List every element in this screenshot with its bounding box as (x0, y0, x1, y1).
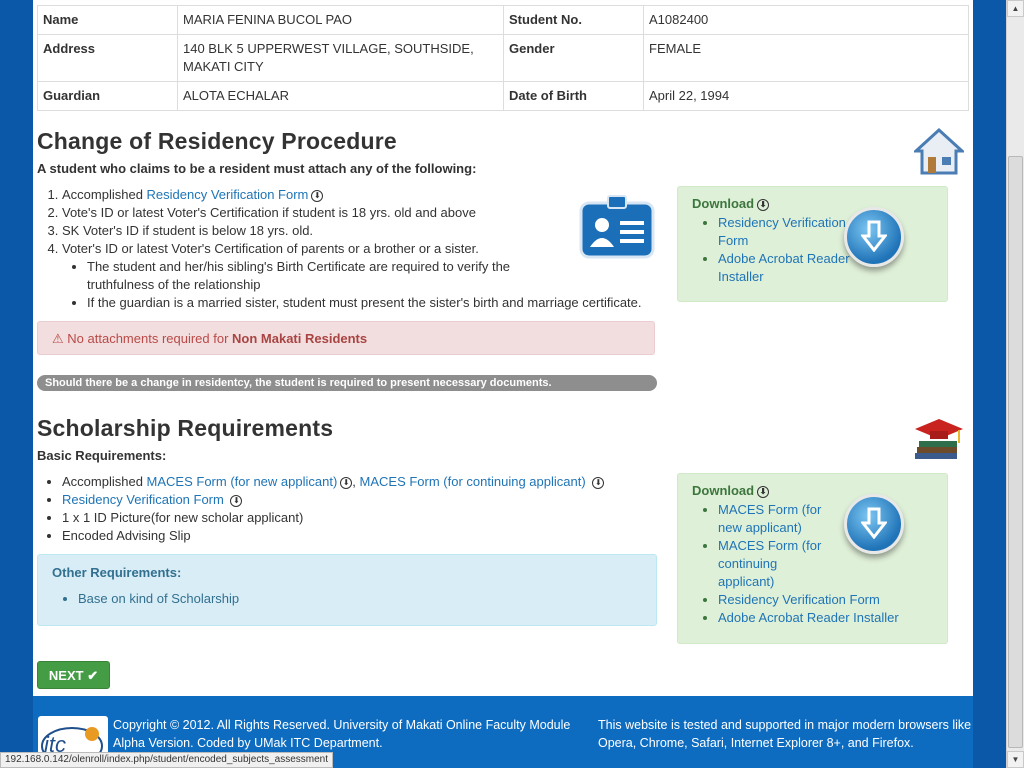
address-label: Address (37, 34, 178, 82)
download-item[interactable]: Residency Verification Form (718, 591, 948, 609)
page-content: Name MARIA FENINA BUCOL PAO Student No. … (33, 0, 973, 768)
scroll-up-icon[interactable]: ▲ (1007, 0, 1024, 17)
residency-title: Change of Residency Procedure (37, 128, 397, 154)
download-acrobat-link[interactable]: Adobe Acrobat Reader Installer (718, 610, 899, 625)
download-maces-new-link[interactable]: MACES Form (for new applicant) (718, 502, 821, 535)
residency-form-link[interactable]: Residency Verification Form (62, 492, 224, 507)
scroll-down-icon[interactable]: ▼ (1007, 751, 1024, 768)
graduation-cap-icon (913, 417, 965, 463)
guardian-label: Guardian (37, 81, 178, 111)
next-label: NEXT (48, 668, 84, 683)
list-item: Accomplished MACES Form (for new applica… (62, 473, 605, 491)
non-makati-alert: ⚠ No attachments required for Non Makati… (37, 321, 655, 355)
list-item: Residency Verification Form ⬇ (62, 491, 604, 509)
check-icon: ✔ (87, 668, 99, 683)
download-maces-continuing-link[interactable]: MACES Form (for continuing applicant) (718, 538, 821, 589)
item-text: Voter's ID or latest Voter's Certificati… (62, 241, 479, 256)
address-value: 140 BLK 5 UPPERWEST VILLAGE, SOUTHSIDE, … (177, 34, 504, 82)
gender-label: Gender (503, 34, 644, 82)
download-item[interactable]: Adobe Acrobat Reader Installer (718, 609, 948, 627)
student-info-table: Name MARIA FENINA BUCOL PAO Student No. … (37, 5, 969, 111)
warning-icon: ⚠ (52, 331, 64, 346)
download-icon[interactable]: ⬇ (340, 477, 353, 489)
download-icon[interactable]: ⬇ (311, 190, 324, 202)
download-title-text: Download (692, 196, 755, 211)
next-button[interactable]: NEXT ✔ (37, 661, 110, 689)
browser-support-text: This website is tested and supported in … (598, 718, 972, 750)
list-item: 1 x 1 ID Picture(for new scholar applica… (62, 509, 604, 527)
residency-download-box: Download⬇ Residency Verification Form Ad… (677, 186, 948, 302)
alert-text: No attachments required for (67, 331, 233, 346)
basic-req-label: Basic Requirements: (37, 448, 167, 463)
download-icon: ⬇ (757, 199, 770, 211)
scrollbar-thumb[interactable] (1008, 156, 1023, 748)
download-item[interactable]: MACES Form (for continuing applicant) (718, 537, 833, 591)
dob-value: April 22, 1994 (643, 81, 969, 111)
gender-value: FEMALE (643, 34, 969, 82)
item-text: The student and her/his sibling's Birth … (87, 259, 511, 292)
sub-list-item: If the guardian is a married sister, stu… (87, 294, 682, 312)
house-icon (912, 127, 966, 177)
studno-label: Student No. (503, 5, 644, 35)
download-icon[interactable]: ⬇ (230, 495, 243, 507)
residency-subtitle: A student who claims to be a resident mu… (37, 161, 477, 176)
alert-bold: Non Makati Residents (232, 331, 368, 346)
studno-value: A1082400 (643, 5, 969, 35)
maces-new-link[interactable]: MACES Form (for new applicant) (147, 474, 338, 489)
download-acrobat-link[interactable]: Adobe Acrobat Reader Installer (718, 251, 850, 284)
download-title: Download ⬇ (692, 483, 770, 498)
residency-note-bar: Should there be a change in residentcy, … (37, 375, 657, 391)
vertical-scrollbar[interactable]: ▲ ▼ (1006, 0, 1024, 768)
other-requirements-box: Other Requirements: Base on kind of Scho… (37, 554, 657, 626)
dob-label: Date of Birth (503, 81, 644, 111)
download-icon: ⬇ (757, 486, 770, 498)
name-value: MARIA FENINA BUCOL PAO (177, 5, 504, 35)
list-item: Encoded Advising Slip (62, 527, 604, 545)
other-req-title: Other Requirements: (52, 565, 182, 580)
item-text: Accomplished (62, 187, 147, 202)
download-title: Download ⬇ (692, 196, 770, 211)
id-card-icon (578, 193, 656, 261)
status-bar-url: 192.168.0.142/olenroll/index.php/student… (0, 752, 334, 768)
sub-list-item: The student and her/his sibling's Birth … (87, 258, 517, 294)
download-title-text: Download (692, 483, 755, 498)
item-text: Accomplished (62, 474, 147, 489)
name-label: Name (37, 5, 178, 35)
residency-form-link[interactable]: Residency Verification Form (147, 187, 309, 202)
download-residency-form-link[interactable]: Residency Verification Form (718, 592, 880, 607)
download-item[interactable]: MACES Form (for new applicant) (718, 501, 833, 537)
download-item[interactable]: Residency Verification Form (718, 214, 858, 250)
guardian-value: ALOTA ECHALAR (177, 81, 504, 111)
scholarship-list: Accomplished MACES Form (for new applica… (37, 473, 605, 545)
download-arrow-icon[interactable] (844, 494, 904, 554)
download-residency-form-link[interactable]: Residency Verification Form (718, 215, 846, 248)
other-req-item: Base on kind of Scholarship (78, 591, 239, 606)
download-arrow-icon[interactable] (844, 207, 904, 267)
copyright-text: Copyright © 2012. All Rights Reserved. U… (113, 718, 571, 750)
download-item[interactable]: Adobe Acrobat Reader Installer (718, 250, 858, 286)
scholarship-title: Scholarship Requirements (37, 415, 334, 441)
scholarship-download-box: Download⬇ MACES Form (for new applicant)… (677, 473, 948, 644)
download-icon[interactable]: ⬇ (592, 477, 605, 489)
maces-continuing-link[interactable]: MACES Form (for continuing applicant) (360, 474, 586, 489)
